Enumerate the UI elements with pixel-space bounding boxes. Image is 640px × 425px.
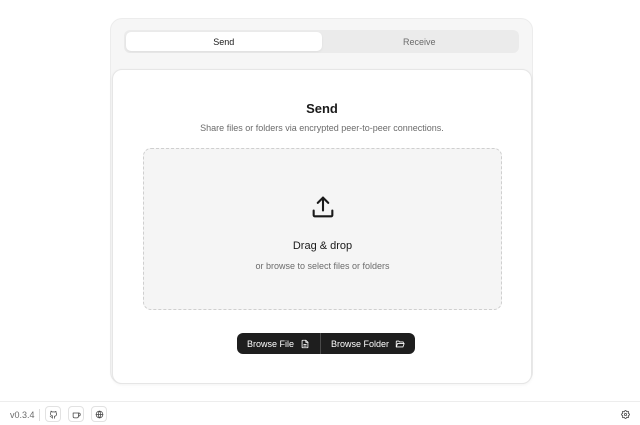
browse-file-label: Browse File xyxy=(247,338,295,349)
app-window: Send Receive Send Share files or folders… xyxy=(0,0,640,425)
folder-open-icon xyxy=(395,340,405,347)
send-card: Send Share files or folders via encrypte… xyxy=(112,69,532,384)
settings-icon[interactable] xyxy=(617,406,633,422)
upload-icon xyxy=(312,196,334,218)
main-panel: Send Receive Send Share files or folders… xyxy=(110,18,533,384)
drop-subtitle: or browse to select files or folders xyxy=(255,261,390,271)
coffee-icon[interactable] xyxy=(68,406,84,422)
footer-divider xyxy=(39,409,40,421)
tab-receive[interactable]: Receive xyxy=(322,32,518,51)
drop-zone[interactable]: Drag & drop or browse to select files or… xyxy=(143,148,502,310)
browse-button-group: Browse File Browse Folder xyxy=(237,333,416,354)
tab-send[interactable]: Send xyxy=(126,32,322,51)
github-icon[interactable] xyxy=(45,406,61,422)
version-label: v0.3.4 xyxy=(10,410,35,420)
globe-icon[interactable] xyxy=(91,406,107,422)
mode-tabs: Send Receive xyxy=(124,30,519,53)
card-subtitle: Share files or folders via encrypted pee… xyxy=(200,123,444,133)
browse-folder-button[interactable]: Browse Folder xyxy=(320,333,415,354)
drop-title: Drag & drop xyxy=(292,240,353,252)
card-title: Send xyxy=(306,101,338,116)
footer-bar: v0.3.4 xyxy=(0,401,640,425)
browse-file-button[interactable]: Browse File xyxy=(237,333,320,354)
file-icon xyxy=(301,339,309,348)
browse-folder-label: Browse Folder xyxy=(331,338,390,349)
